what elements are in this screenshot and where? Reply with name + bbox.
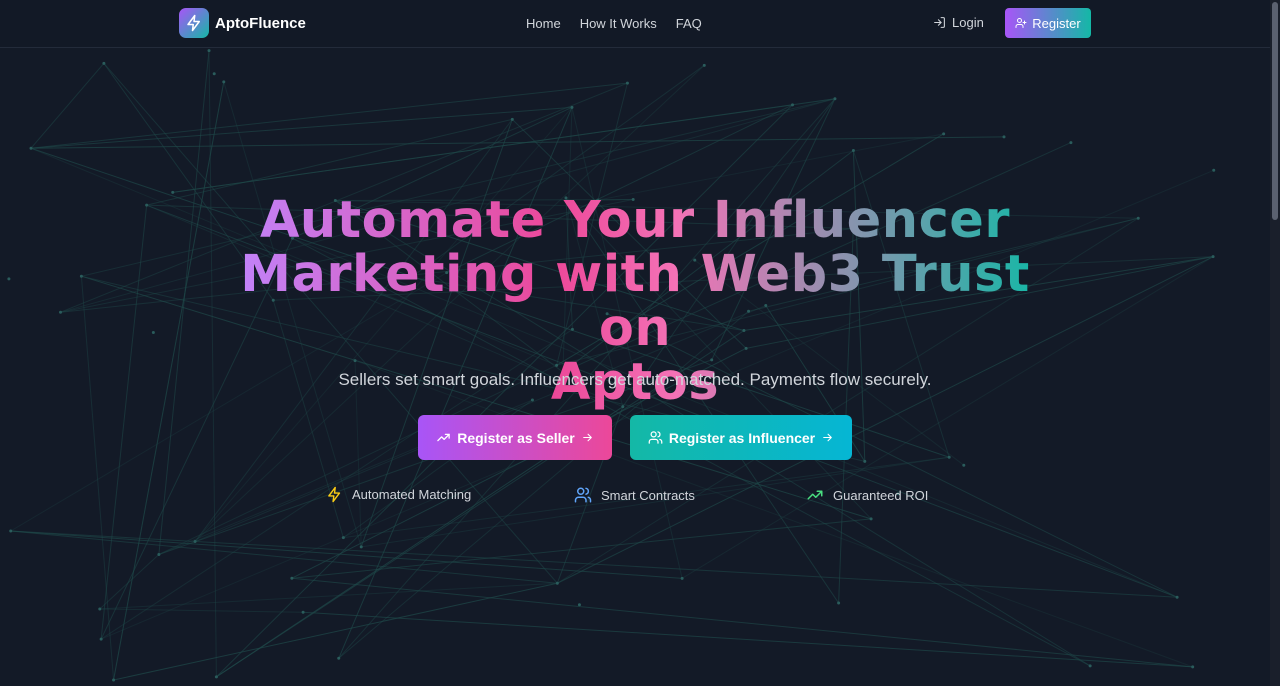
network-node (29, 146, 33, 150)
network-line (30, 106, 573, 149)
network-node (99, 637, 103, 641)
register-seller-label: Register as Seller (457, 429, 575, 446)
network-node (337, 656, 341, 660)
network-node (301, 610, 305, 614)
trending-up-icon (437, 433, 450, 442)
feature-label: Smart Contracts (601, 487, 695, 503)
hero-title-line-2: Marketing with Web3 Trust on (240, 245, 1030, 358)
network-node (837, 601, 841, 605)
network-line (99, 608, 304, 613)
network-node (359, 545, 363, 549)
network-node (833, 97, 837, 101)
network-node (555, 581, 559, 585)
feature-guaranteed-roi: Guaranteed ROI (806, 486, 928, 504)
user-plus-icon (1015, 18, 1027, 28)
login-link[interactable]: Login (933, 15, 984, 30)
network-node (1088, 664, 1092, 668)
nav-how-it-works[interactable]: How It Works (580, 16, 657, 31)
arrow-right-icon (582, 433, 592, 442)
register-seller-button[interactable]: Register as Seller (418, 415, 612, 460)
network-node (222, 80, 226, 84)
network-node (214, 675, 218, 679)
bolt-icon (328, 486, 341, 503)
network-node (947, 455, 951, 459)
register-influencer-label: Register as Influencer (668, 429, 816, 446)
network-node (570, 105, 574, 109)
main-nav: Home How It Works FAQ (526, 16, 721, 31)
feature-label: Guaranteed ROI (833, 487, 929, 503)
network-node (290, 576, 294, 580)
network-node (680, 576, 684, 580)
network-node (577, 603, 581, 607)
network-line (10, 530, 1178, 598)
network-node (212, 72, 216, 76)
network-node (1191, 665, 1195, 669)
feature-smart-contracts: Smart Contracts (574, 486, 695, 504)
network-node (341, 536, 345, 540)
hero-title-line-1: Automate Your Influencer (259, 191, 1011, 250)
network-line (113, 81, 225, 681)
arrow-right-icon (823, 433, 832, 442)
network-node (1136, 216, 1140, 220)
network-line (30, 63, 105, 149)
feature-automated-matching: Automated Matching (326, 486, 471, 503)
network-node (510, 117, 514, 121)
network-line (291, 577, 1193, 668)
top-navbar: AptoFluence Home How It Works FAQ Login … (0, 0, 1270, 48)
bolt-icon (179, 8, 209, 38)
network-node (1069, 141, 1073, 145)
network-node (112, 678, 116, 682)
network-node (98, 607, 102, 611)
network-node (851, 148, 855, 152)
network-node (79, 274, 83, 278)
page-scrollbar[interactable] (1270, 0, 1280, 686)
nav-faq[interactable]: FAQ (676, 16, 702, 31)
network-node (157, 552, 161, 556)
hero-subtitle: Sellers set smart goals. Influencers get… (338, 370, 932, 389)
users-icon (648, 431, 663, 444)
network-line (303, 611, 1193, 668)
feature-label: Automated Matching (352, 487, 472, 502)
users-icon (574, 487, 592, 503)
network-node (7, 277, 11, 281)
network-node (171, 190, 175, 194)
network-node (1211, 255, 1215, 259)
network-node (102, 61, 106, 65)
network-node (151, 331, 155, 335)
network-node (1002, 135, 1006, 139)
network-node (702, 63, 706, 67)
network-node (207, 49, 211, 53)
brand-logo[interactable]: AptoFluence (179, 8, 306, 38)
register-influencer-button[interactable]: Register as Influencer (630, 415, 852, 460)
network-node (863, 459, 867, 463)
nav-home[interactable]: Home (526, 16, 561, 31)
scrollbar-thumb[interactable] (1272, 2, 1278, 220)
login-label: Login (952, 15, 984, 30)
network-node (9, 529, 13, 533)
network-node (1175, 595, 1179, 599)
network-line (30, 82, 628, 149)
brand-name: AptoFluence (215, 14, 306, 32)
trending-up-icon (807, 490, 823, 500)
network-node (962, 463, 966, 467)
network-node (193, 540, 197, 544)
register-button[interactable]: Register (1005, 8, 1091, 38)
network-node (942, 132, 946, 136)
network-line (80, 276, 115, 681)
network-line (99, 554, 160, 610)
network-node (1212, 168, 1216, 172)
network-node (59, 310, 63, 314)
network-node (145, 203, 149, 207)
network-node (869, 517, 873, 521)
network-line (99, 582, 558, 610)
register-label: Register (1032, 15, 1081, 31)
network-node (625, 81, 629, 85)
login-icon (934, 17, 945, 28)
network-node (790, 103, 794, 107)
